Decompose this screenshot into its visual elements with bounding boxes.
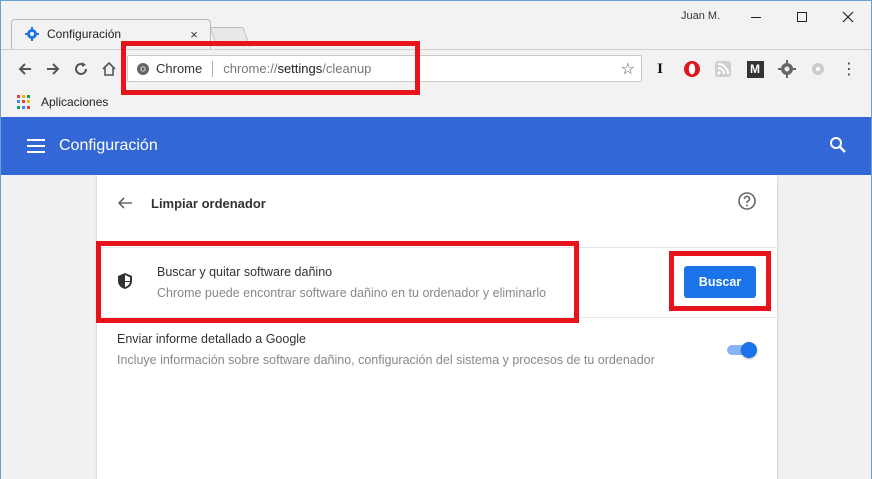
gear-ext-icon[interactable] <box>776 58 798 80</box>
profile-name[interactable]: Juan M. <box>681 10 720 22</box>
url-prefix: chrome:// <box>223 61 278 76</box>
home-button[interactable] <box>95 55 123 83</box>
omnibox-divider <box>212 60 214 77</box>
cleanup-title: Buscar y quitar software dañino <box>157 265 333 279</box>
forward-button[interactable] <box>39 55 67 83</box>
omnibox-chrome-label: Chrome <box>156 61 203 76</box>
report-title: Enviar informe detallado a Google <box>117 332 307 346</box>
chrome-icon <box>137 62 149 75</box>
back-arrow-icon[interactable] <box>115 193 135 213</box>
url-suffix: /cleanup <box>322 61 372 76</box>
circle-ext-icon[interactable] <box>807 58 829 80</box>
report-toggle[interactable] <box>725 342 757 358</box>
minimize-icon <box>751 17 761 18</box>
settings-header: Configuración <box>1 117 871 175</box>
toolbar: Chrome chrome://settings/cleanup ☆ I M ⋮ <box>1 49 871 87</box>
back-arrow-icon <box>18 63 31 75</box>
url-path: settings <box>277 61 323 76</box>
title-bar: Configuración × Juan M. <box>1 1 871 49</box>
reload-icon <box>75 62 87 75</box>
cleanup-card: Limpiar ordenador Buscar y quitar softwa… <box>97 175 777 479</box>
new-tab-button[interactable] <box>209 27 251 47</box>
browser-window: Configuración × Juan M. Chrome chrome://… <box>0 0 872 479</box>
card-header: Limpiar ordenador <box>97 175 777 231</box>
tab-settings[interactable]: Configuración × <box>13 19 209 49</box>
home-icon <box>102 61 116 76</box>
buscar-button[interactable]: Buscar <box>684 266 756 298</box>
reload-button[interactable] <box>67 55 95 83</box>
gear-icon <box>25 27 39 41</box>
report-description: Incluye información sobre software dañin… <box>117 353 655 367</box>
forward-arrow-icon <box>47 63 60 75</box>
minimize-button[interactable] <box>733 1 779 33</box>
cleanup-row: Buscar y quitar software dañino Chrome p… <box>97 247 777 317</box>
cleanup-description: Chrome puede encontrar software dañino e… <box>157 286 547 300</box>
instapaper-icon[interactable]: I <box>649 58 671 80</box>
settings-content: Limpiar ordenador Buscar y quitar softwa… <box>1 175 871 479</box>
tab-title: Configuración <box>47 27 122 41</box>
apps-icon <box>17 95 31 109</box>
address-bar[interactable]: Chrome chrome://settings/cleanup ☆ <box>127 55 642 82</box>
bookmark-apps[interactable]: Aplicaciones <box>41 95 108 109</box>
help-icon[interactable] <box>737 191 757 211</box>
chrome-menu-icon[interactable]: ⋮ <box>838 58 860 80</box>
page-title: Limpiar ordenador <box>151 195 266 211</box>
close-window-button[interactable] <box>825 1 871 33</box>
maximize-button[interactable] <box>779 1 825 33</box>
maximize-icon <box>797 12 807 22</box>
close-icon <box>842 11 854 23</box>
report-row: Enviar informe detallado a Google Incluy… <box>97 317 777 377</box>
back-button[interactable] <box>11 55 39 83</box>
m-icon[interactable]: M <box>744 58 766 80</box>
shield-icon <box>117 272 133 293</box>
opera-icon[interactable] <box>681 58 703 80</box>
menu-icon[interactable] <box>27 139 45 153</box>
bookmark-star-icon[interactable]: ☆ <box>621 59 635 79</box>
tab-close-icon[interactable]: × <box>185 27 203 42</box>
rss-icon[interactable] <box>712 58 734 80</box>
bookmarks-bar: Aplicaciones <box>1 87 871 117</box>
url-text: chrome://settings/cleanup <box>223 61 371 76</box>
settings-title: Configuración <box>59 137 158 154</box>
search-icon[interactable] <box>829 136 847 157</box>
